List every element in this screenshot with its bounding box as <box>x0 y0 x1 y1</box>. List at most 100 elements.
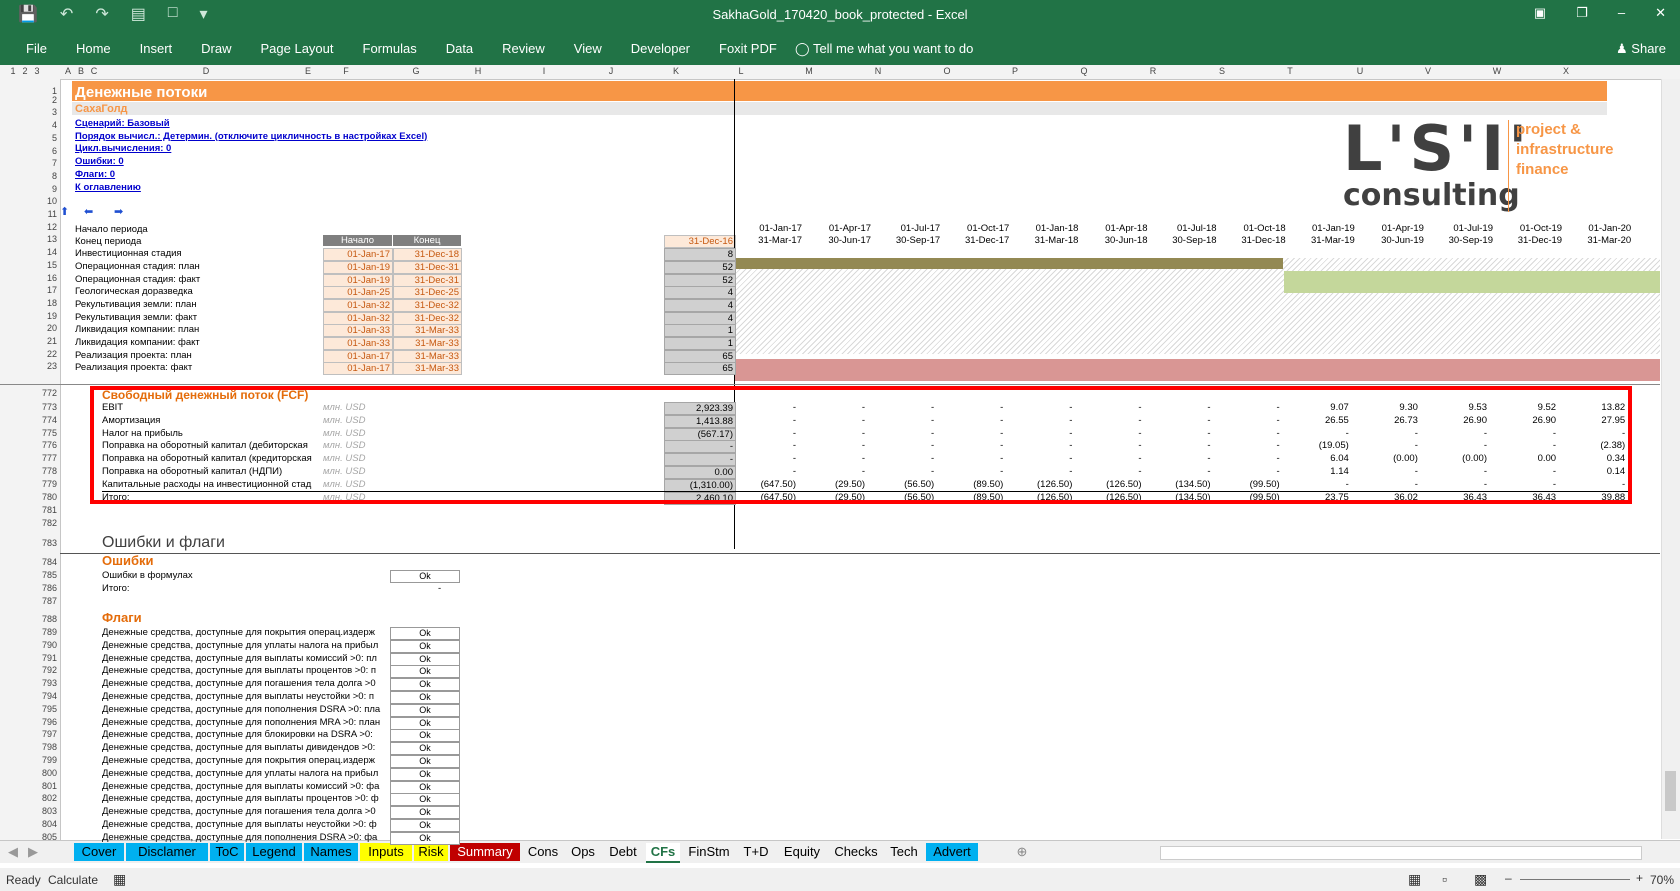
row-number-773[interactable]: 773 <box>30 402 57 412</box>
row-number-11[interactable]: 11 <box>30 209 57 219</box>
row-number-799[interactable]: 799 <box>30 755 57 765</box>
zoom-out-icon[interactable]: – <box>1505 871 1512 885</box>
sheet-tab-t-d[interactable]: T+D <box>738 843 774 861</box>
nav-link-1[interactable]: Сценарий: Базовый <box>75 118 170 130</box>
column-header-V[interactable]: V <box>1422 66 1434 76</box>
next-sheet-icon[interactable]: ▶ <box>26 843 40 861</box>
row-number-22[interactable]: 22 <box>30 349 57 359</box>
row-number-772[interactable]: 772 <box>30 388 57 398</box>
column-header-U[interactable]: U <box>1354 66 1366 76</box>
row-number-781[interactable]: 781 <box>30 505 57 515</box>
column-header-J[interactable]: J <box>605 66 617 76</box>
row-number-798[interactable]: 798 <box>30 742 57 752</box>
column-header-1[interactable]: 1 <box>7 66 19 76</box>
sheet-tab-checks[interactable]: Checks <box>830 843 882 861</box>
column-header-S[interactable]: S <box>1216 66 1228 76</box>
column-header-R[interactable]: R <box>1147 66 1159 76</box>
row-number-784[interactable]: 784 <box>30 557 57 567</box>
column-header-G[interactable]: G <box>410 66 422 76</box>
ribbon-display-icon[interactable]: ▣ <box>1534 5 1546 21</box>
ribbon-tab-view[interactable]: View <box>574 41 602 56</box>
row-number-787[interactable]: 787 <box>30 596 57 606</box>
row-number-802[interactable]: 802 <box>30 793 57 803</box>
column-header-H[interactable]: H <box>472 66 484 76</box>
row-number-793[interactable]: 793 <box>30 678 57 688</box>
row-number-774[interactable]: 774 <box>30 415 57 425</box>
column-header-D[interactable]: D <box>200 66 212 76</box>
column-header-P[interactable]: P <box>1009 66 1021 76</box>
arrow-left-icon[interactable]: ⬅ <box>84 206 93 218</box>
ribbon-tab-insert[interactable]: Insert <box>140 41 173 56</box>
row-number-786[interactable]: 786 <box>30 583 57 593</box>
sheet-tab-disclamer[interactable]: Disclamer <box>126 843 208 861</box>
row-number-803[interactable]: 803 <box>30 806 57 816</box>
sheet-tab-finstm[interactable]: FinStm <box>682 843 736 861</box>
row-number-801[interactable]: 801 <box>30 781 57 791</box>
sheet-tab-tech[interactable]: Tech <box>884 843 924 861</box>
sheet-tab-inputs[interactable]: Inputs <box>360 843 412 861</box>
ribbon-tab-foxit-pdf[interactable]: Foxit PDF <box>719 41 777 56</box>
prev-sheet-icon[interactable]: ◀ <box>6 843 20 861</box>
row-number-776[interactable]: 776 <box>30 440 57 450</box>
row-number-20[interactable]: 20 <box>30 323 57 333</box>
row-number-783[interactable]: 783 <box>30 538 57 548</box>
row-number-790[interactable]: 790 <box>30 640 57 650</box>
row-number-780[interactable]: 780 <box>30 492 57 502</box>
row-number-788[interactable]: 788 <box>30 614 57 624</box>
row-number-782[interactable]: 782 <box>30 518 57 528</box>
column-header-W[interactable]: W <box>1491 66 1503 76</box>
row-number-23[interactable]: 23 <box>30 361 57 371</box>
row-number-18[interactable]: 18 <box>30 298 57 308</box>
column-header-F[interactable]: F <box>340 66 352 76</box>
row-number-6[interactable]: 6 <box>30 146 57 156</box>
row-number-19[interactable]: 19 <box>30 311 57 321</box>
row-number-785[interactable]: 785 <box>30 570 57 580</box>
column-header-E[interactable]: E <box>302 66 314 76</box>
sheet-tab-ops[interactable]: Ops <box>566 843 600 861</box>
ribbon-tab-review[interactable]: Review <box>502 41 545 56</box>
ribbon-tab-draw[interactable]: Draw <box>201 41 231 56</box>
sheet-tab-summary[interactable]: Summary <box>450 843 520 861</box>
column-header-B[interactable]: B <box>75 66 87 76</box>
row-number-4[interactable]: 4 <box>30 120 57 130</box>
add-sheet-icon[interactable]: ⊕ <box>1012 843 1032 861</box>
page-layout-view-icon[interactable]: ▫ <box>1442 871 1447 887</box>
nav-link-3[interactable]: Цикл.вычисления: 0 <box>75 143 171 155</box>
nav-link-5[interactable]: Флаги: 0 <box>75 169 115 181</box>
row-number-796[interactable]: 796 <box>30 717 57 727</box>
ribbon-tab-file[interactable]: File <box>26 41 47 56</box>
sheet-tab-cover[interactable]: Cover <box>74 843 124 861</box>
row-number-15[interactable]: 15 <box>30 260 57 270</box>
zoom-level[interactable]: 70% <box>1650 873 1674 887</box>
column-header-A[interactable]: A <box>62 66 74 76</box>
row-number-2[interactable]: 2 <box>30 95 57 105</box>
row-number-3[interactable]: 3 <box>30 107 57 117</box>
row-number-804[interactable]: 804 <box>30 819 57 829</box>
column-header-Q[interactable]: Q <box>1078 66 1090 76</box>
column-header-K[interactable]: K <box>670 66 682 76</box>
sheet-tab-cfs[interactable]: CFs <box>646 843 680 863</box>
row-number-5[interactable]: 5 <box>30 133 57 143</box>
row-number-14[interactable]: 14 <box>30 247 57 257</box>
column-header-L[interactable]: L <box>735 66 747 76</box>
row-number-789[interactable]: 789 <box>30 627 57 637</box>
arrow-right-icon[interactable]: ➡ <box>114 206 123 218</box>
column-header-C[interactable]: C <box>88 66 100 76</box>
sheet-tab-debt[interactable]: Debt <box>602 843 644 861</box>
row-number-10[interactable]: 10 <box>30 196 57 206</box>
column-header-2[interactable]: 2 <box>19 66 31 76</box>
row-number-778[interactable]: 778 <box>30 466 57 476</box>
row-number-16[interactable]: 16 <box>30 273 57 283</box>
close-icon[interactable]: ✕ <box>1655 5 1666 21</box>
row-number-7[interactable]: 7 <box>30 158 57 168</box>
horizontal-scrollbar[interactable] <box>1160 846 1642 860</box>
sheet-tab-equity[interactable]: Equity <box>776 843 828 861</box>
nav-link-2[interactable]: Порядок вычисл.: Детермин. (отключите ци… <box>75 131 427 143</box>
column-header-3[interactable]: 3 <box>31 66 43 76</box>
row-number-12[interactable]: 12 <box>30 222 57 232</box>
ribbon-tab-formulas[interactable]: Formulas <box>363 41 417 56</box>
row-number-794[interactable]: 794 <box>30 691 57 701</box>
row-number-775[interactable]: 775 <box>30 428 57 438</box>
ribbon-tab-page-layout[interactable]: Page Layout <box>261 41 334 56</box>
column-header-M[interactable]: M <box>803 66 815 76</box>
